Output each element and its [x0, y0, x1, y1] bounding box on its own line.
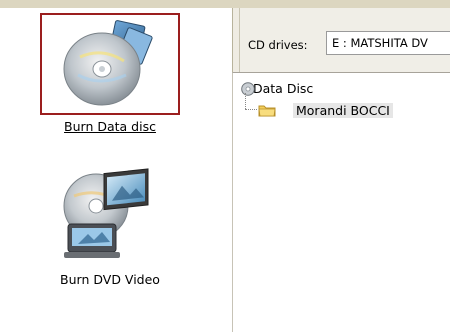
tree-connector — [245, 93, 246, 109]
folder-icon — [258, 105, 276, 117]
disc-tree-panel: Data Disc Morandi BOCCI — [232, 72, 450, 332]
burn-dvd-video-label[interactable]: Burn DVD Video — [0, 272, 220, 287]
burn-data-disc-button[interactable] — [60, 17, 160, 113]
tree-item-data-disc[interactable]: Data Disc — [241, 81, 314, 96]
burn-dvd-video-button[interactable] — [62, 166, 162, 270]
tree-item-folder[interactable]: Morandi BOCCI — [293, 103, 393, 118]
cd-drives-label: CD drives: — [248, 38, 308, 52]
data-disc-icon — [63, 20, 153, 106]
cd-drives-select[interactable]: E : MATSHITA DV — [326, 31, 450, 55]
tree-connector — [245, 109, 257, 110]
disc-icon — [241, 82, 255, 96]
tree-item-data-disc-label: Data Disc — [253, 81, 314, 96]
dvd-video-icon — [63, 168, 149, 258]
burn-data-disc-label[interactable]: Burn Data disc — [0, 119, 220, 134]
